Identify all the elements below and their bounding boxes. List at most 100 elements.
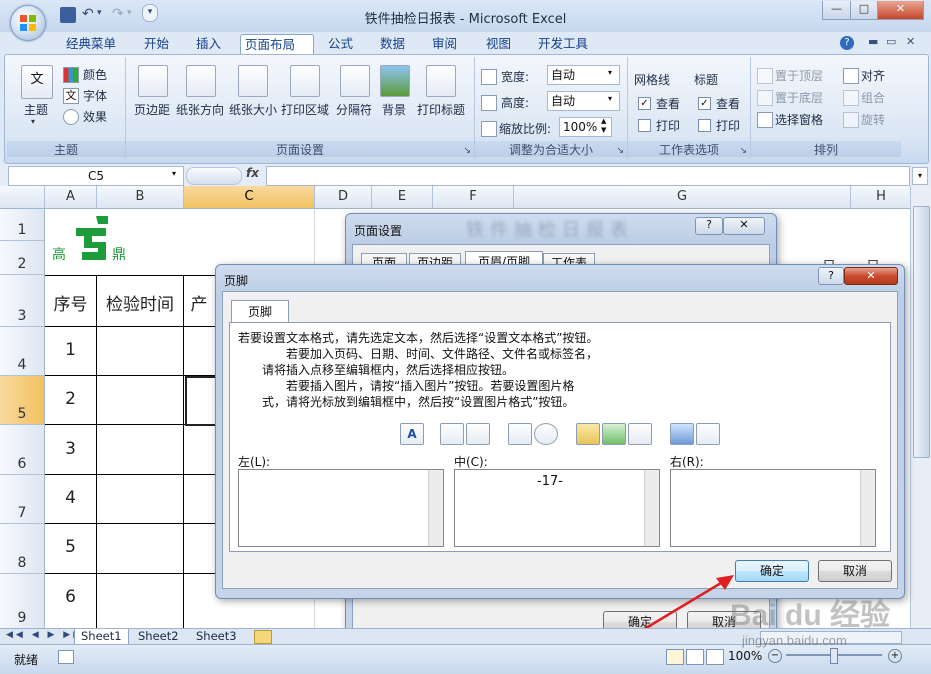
- macro-record-icon[interactable]: [58, 650, 74, 664]
- fonts-button[interactable]: 字体: [83, 87, 107, 104]
- vertical-scrollbar[interactable]: [910, 186, 931, 628]
- gridlines-print-checkbox[interactable]: [638, 119, 651, 132]
- select-all-corner[interactable]: [0, 186, 45, 209]
- column-header[interactable]: A: [45, 186, 97, 209]
- format-text-icon[interactable]: A: [400, 423, 424, 445]
- format-picture-icon[interactable]: [696, 423, 720, 445]
- cell-header-time[interactable]: 检验时间: [97, 290, 183, 315]
- row-header-selected[interactable]: 5: [0, 376, 45, 425]
- bring-front-button[interactable]: 置于顶层: [775, 67, 823, 84]
- page-setup-launcher-icon[interactable]: ↘: [463, 146, 471, 156]
- group-button[interactable]: 组合: [861, 89, 885, 106]
- undo-icon[interactable]: ↶: [82, 6, 94, 22]
- tab-classic-menu[interactable]: 经典菜单: [62, 34, 120, 54]
- center-editor-scrollbar[interactable]: [644, 470, 659, 546]
- vertical-scroll-thumb[interactable]: [913, 206, 930, 458]
- cell-seq[interactable]: 2: [45, 389, 96, 409]
- breaks-button[interactable]: 分隔符: [330, 101, 378, 118]
- right-editor-scrollbar[interactable]: [860, 470, 875, 546]
- help-icon[interactable]: ?: [840, 36, 854, 50]
- row-header[interactable]: 6: [0, 425, 45, 475]
- cell-seq[interactable]: 4: [45, 488, 96, 508]
- formula-divider-handle[interactable]: [186, 167, 242, 185]
- tab-developer[interactable]: 开发工具: [534, 34, 592, 54]
- row-header[interactable]: 7: [0, 475, 45, 524]
- scale-launcher-icon[interactable]: ↘: [616, 146, 624, 156]
- insert-sheet-icon[interactable]: [254, 630, 272, 644]
- column-header[interactable]: F: [433, 186, 514, 209]
- redo-icon[interactable]: ↷: [112, 6, 124, 22]
- themes-dropdown-icon[interactable]: ▾: [31, 117, 35, 126]
- zoom-level[interactable]: 100%: [728, 649, 762, 663]
- column-header[interactable]: B: [97, 186, 184, 209]
- cell-seq[interactable]: 3: [45, 439, 96, 459]
- insert-file-path-icon[interactable]: [576, 423, 600, 445]
- cell-seq[interactable]: 6: [45, 587, 96, 607]
- insert-picture-icon[interactable]: [670, 423, 694, 445]
- workbook-close-icon[interactable]: ✕: [906, 35, 915, 48]
- selection-pane-button[interactable]: 选择窗格: [775, 111, 823, 128]
- page-setup-close-button[interactable]: ✕: [723, 217, 765, 235]
- rotate-button[interactable]: 旋转: [861, 111, 885, 128]
- insert-file-name-icon[interactable]: [602, 423, 626, 445]
- close-window-button[interactable]: ✕: [877, 1, 924, 20]
- tab-page-layout[interactable]: 页面布局: [240, 34, 314, 55]
- align-button[interactable]: 对齐: [861, 67, 885, 84]
- print-titles-button[interactable]: 打印标题: [414, 101, 468, 118]
- normal-view-icon[interactable]: [666, 649, 684, 665]
- tab-formulas[interactable]: 公式: [324, 34, 357, 54]
- sheet-options-launcher-icon[interactable]: ↘: [739, 146, 747, 156]
- footer-close-button[interactable]: ✕: [844, 267, 898, 285]
- background-button[interactable]: 背景: [374, 101, 414, 118]
- tab-review[interactable]: 审阅: [428, 34, 461, 54]
- center-section-editor[interactable]: -17-: [454, 469, 660, 547]
- footer-ok-button[interactable]: 确定: [735, 560, 809, 582]
- tab-footer[interactable]: 页脚: [231, 300, 289, 323]
- insert-page-number-icon[interactable]: [440, 423, 464, 445]
- cell-header-seq[interactable]: 序号: [45, 290, 96, 315]
- ribbon-minimize-icon[interactable]: ▬: [868, 35, 878, 48]
- left-section-editor[interactable]: [238, 469, 444, 547]
- page-layout-view-icon[interactable]: [686, 649, 704, 665]
- cell-seq[interactable]: 1: [45, 340, 96, 360]
- row-header[interactable]: 4: [0, 327, 45, 376]
- insert-function-button[interactable]: fx: [246, 166, 259, 180]
- insert-sheet-name-icon[interactable]: [628, 423, 652, 445]
- footer-cancel-button[interactable]: 取消: [818, 560, 892, 582]
- size-button[interactable]: 纸张大小: [226, 101, 280, 118]
- qat-customize-icon[interactable]: ▾: [142, 4, 158, 22]
- margins-button[interactable]: 页边距: [128, 101, 176, 118]
- sheet-tab-3[interactable]: Sheet3: [190, 629, 243, 644]
- redo-dropdown-icon[interactable]: ▾: [127, 8, 132, 18]
- send-back-button[interactable]: 置于底层: [775, 89, 823, 106]
- left-editor-scrollbar[interactable]: [428, 470, 443, 546]
- minimize-button[interactable]: —: [822, 1, 851, 20]
- width-dropdown-icon[interactable]: ▾: [608, 68, 612, 77]
- save-icon[interactable]: [60, 7, 76, 23]
- scale-spin-icon[interactable]: ▲ ▼: [601, 117, 606, 135]
- sheet-nav-icons[interactable]: ◀◀ ◀ ▶ ▶▶: [6, 630, 83, 640]
- headings-view-checkbox[interactable]: ✓: [698, 97, 711, 110]
- themes-button[interactable]: 主题: [15, 101, 57, 118]
- headings-print-checkbox[interactable]: [698, 119, 711, 132]
- undo-dropdown-icon[interactable]: ▾: [97, 8, 102, 18]
- cell-seq[interactable]: 5: [45, 537, 96, 557]
- formula-expand-icon[interactable]: ▾: [912, 167, 928, 185]
- column-header[interactable]: D: [315, 186, 372, 209]
- zoom-slider-thumb[interactable]: [830, 648, 838, 664]
- right-section-editor[interactable]: [670, 469, 876, 547]
- tab-insert[interactable]: 插入: [192, 34, 225, 54]
- gridlines-view-checkbox[interactable]: ✓: [638, 97, 651, 110]
- ribbon-restore-icon[interactable]: ▭: [886, 35, 896, 48]
- cell-header-prod[interactable]: 产: [184, 290, 214, 315]
- print-area-button[interactable]: 打印区域: [280, 101, 330, 118]
- row-header[interactable]: 9: [0, 574, 45, 628]
- column-header[interactable]: E: [372, 186, 433, 209]
- footer-help-button[interactable]: ?: [818, 267, 844, 285]
- column-header-selected[interactable]: C: [184, 186, 315, 209]
- zoom-out-icon[interactable]: −: [768, 649, 782, 663]
- formula-input[interactable]: [266, 166, 910, 186]
- row-header[interactable]: 1: [0, 209, 45, 241]
- zoom-in-icon[interactable]: +: [888, 649, 902, 663]
- orientation-button[interactable]: 纸张方向: [172, 101, 228, 118]
